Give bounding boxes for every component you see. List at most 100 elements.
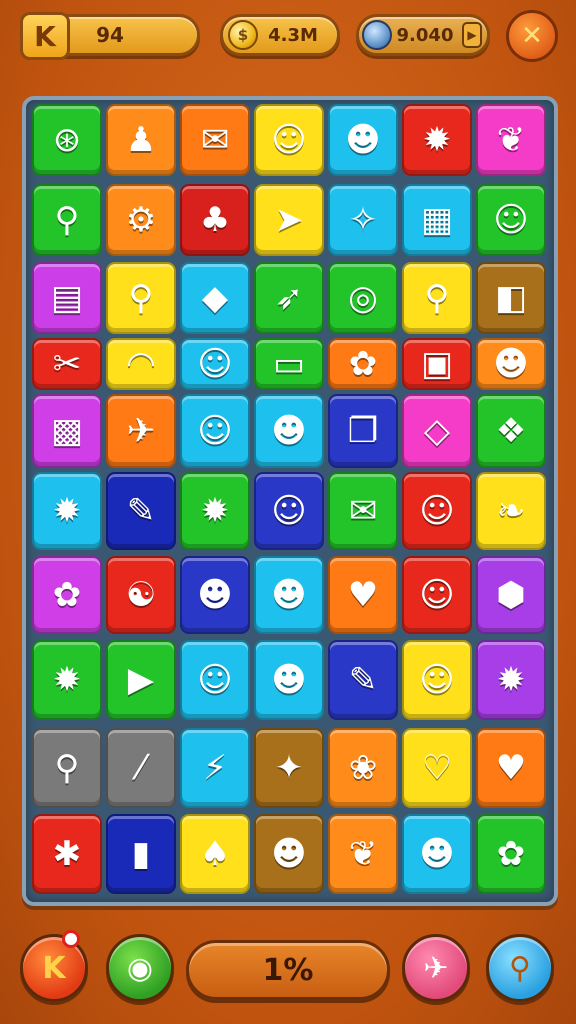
board-tile[interactable]: ✿ [32, 556, 102, 634]
board-tile[interactable]: ▭ [254, 338, 324, 390]
board-tile[interactable]: ♣ [180, 184, 250, 256]
feather-icon: ❧ [496, 491, 526, 531]
board-tile[interactable]: ⬢ [476, 556, 546, 634]
hexagon-face-icon: ⬢ [496, 575, 526, 615]
drop-icon: ♠ [199, 834, 231, 874]
board-tile[interactable]: ✱ [32, 814, 102, 894]
sun-face-icon: ✹ [200, 491, 230, 531]
board-tile[interactable]: ☺ [402, 472, 472, 550]
ring-icon: ◎ [348, 278, 378, 318]
board-tile[interactable]: ♟ [106, 104, 176, 176]
board-tile[interactable]: ❧ [476, 472, 546, 550]
board-tile[interactable]: ⚙ [106, 184, 176, 256]
level-badge-icon[interactable]: K [20, 12, 70, 60]
board-tile[interactable]: ⚲ [106, 262, 176, 334]
board-tile[interactable]: ✹ [476, 640, 546, 720]
cheese-icon: ◧ [494, 278, 528, 318]
board-tile[interactable]: ☺ [180, 640, 250, 720]
board-tile[interactable]: ❀ [328, 728, 398, 808]
board-tile[interactable]: ☻ [254, 814, 324, 894]
board-tile[interactable]: ▮ [106, 814, 176, 894]
board-tile[interactable]: ❦ [328, 814, 398, 894]
board-tile[interactable]: ▤ [32, 262, 102, 334]
board-tile[interactable]: ☺ [402, 640, 472, 720]
coin-icon: $ [228, 20, 258, 50]
board-tile[interactable]: ❖ [476, 394, 546, 468]
board-tile[interactable]: ⚡ [180, 728, 250, 808]
bird-face-icon: ☻ [271, 834, 307, 874]
board-tile[interactable]: ✧ [328, 184, 398, 256]
board-tile[interactable]: ✎ [106, 472, 176, 550]
board-tile[interactable]: ♠ [180, 814, 250, 894]
board-tile[interactable]: ✉ [180, 104, 250, 176]
board-tile[interactable]: ✈ [106, 394, 176, 468]
map-button[interactable]: ◉ [106, 934, 174, 1002]
board-tile[interactable]: ✹ [32, 472, 102, 550]
clock-face-icon: ☯ [125, 575, 157, 615]
board-tile[interactable]: ◇ [402, 394, 472, 468]
close-button[interactable]: ✕ [506, 10, 558, 62]
board-tile[interactable]: ➤ [254, 184, 324, 256]
board-tile[interactable]: ➶ [254, 262, 324, 334]
board-tile[interactable]: ☺ [180, 394, 250, 468]
board-tile[interactable]: ✹ [180, 472, 250, 550]
board-tile[interactable]: ◆ [180, 262, 250, 334]
board-tile[interactable]: ❦ [476, 104, 546, 176]
rocket-icon: ✈ [126, 411, 156, 451]
board-tile[interactable]: ▦ [402, 184, 472, 256]
heart-pin-icon: ♡ [421, 748, 453, 788]
board-tile[interactable]: ♡ [402, 728, 472, 808]
board-tile[interactable]: ✹ [32, 640, 102, 720]
board-tile[interactable]: ◎ [328, 262, 398, 334]
progress-indicator: 1% [186, 940, 390, 1000]
board-tile[interactable]: ⚲ [402, 262, 472, 334]
tool-button[interactable]: ⚲ [486, 934, 554, 1002]
board-tile[interactable]: ☻ [254, 394, 324, 468]
send-button[interactable]: ✈ [402, 934, 470, 1002]
board-tile[interactable]: ♥ [328, 556, 398, 634]
board-tile[interactable]: ☻ [254, 556, 324, 634]
board-tile[interactable]: ☻ [328, 104, 398, 176]
devil-face-icon: ☻ [197, 575, 233, 615]
book-icon: ❐ [347, 411, 379, 451]
board-tile[interactable]: ✿ [476, 814, 546, 894]
magnifier-icon: ⚲ [54, 200, 80, 240]
gear-face-icon: ⚙ [125, 200, 157, 240]
board-tile[interactable]: ☺ [254, 472, 324, 550]
board-tile[interactable]: ✿ [328, 338, 398, 390]
board-tile[interactable]: ▣ [402, 338, 472, 390]
board-tile[interactable]: ☺ [476, 184, 546, 256]
board-tile[interactable]: ☺ [254, 104, 324, 176]
clipboard-icon: ▤ [50, 278, 84, 318]
board-tile[interactable]: ☻ [180, 556, 250, 634]
board-tile[interactable]: ☻ [402, 814, 472, 894]
board-tile[interactable]: ❐ [328, 394, 398, 468]
game-board: ⊛ ♟ ✉ ☺ ☻ ✹ ❦ ⚲ ⚙ ♣ ➤ ✧ ▦ ☺ ▤ ⚲ ◆ ➶ ◎ ⚲ ◧ ✂ ◠ ☺ ▭ ✿ ▣ ☻ ▩ ✈ ☺ ☻ ❐ ◇ ❖ ✹ ✎ ✹ ☺ ✉… [22, 96, 558, 906]
notification-dot [62, 930, 80, 948]
sunflower-icon: ✹ [52, 491, 82, 531]
board-tile[interactable]: ✂ [32, 338, 102, 390]
board-tile[interactable]: ⁄ [106, 728, 176, 808]
board-tile[interactable]: ▶ [106, 640, 176, 720]
board-tile[interactable]: ✦ [254, 728, 324, 808]
board-tile[interactable]: ☯ [106, 556, 176, 634]
board-tile[interactable]: ✹ [402, 104, 472, 176]
box-icon: ▭ [272, 344, 306, 384]
board-tile[interactable]: ☺ [402, 556, 472, 634]
board-tile[interactable]: ⚲ [32, 184, 102, 256]
board-tile[interactable]: ◠ [106, 338, 176, 390]
board-tile[interactable]: ✉ [328, 472, 398, 550]
board-tile[interactable]: ☻ [254, 640, 324, 720]
acorn-icon: ☻ [271, 575, 307, 615]
board-tile[interactable]: ♥ [476, 728, 546, 808]
brush-icon: ✎ [348, 660, 378, 700]
board-tile[interactable]: ✎ [328, 640, 398, 720]
board-tile[interactable]: ◧ [476, 262, 546, 334]
board-tile[interactable]: ⊛ [32, 104, 102, 176]
gems-add-button[interactable]: ▶ [462, 22, 482, 48]
board-tile[interactable]: ▩ [32, 394, 102, 468]
board-tile[interactable]: ☻ [476, 338, 546, 390]
close-icon: ✕ [521, 21, 543, 51]
board-tile[interactable]: ☺ [180, 338, 250, 390]
board-tile[interactable]: ⚲ [32, 728, 102, 808]
